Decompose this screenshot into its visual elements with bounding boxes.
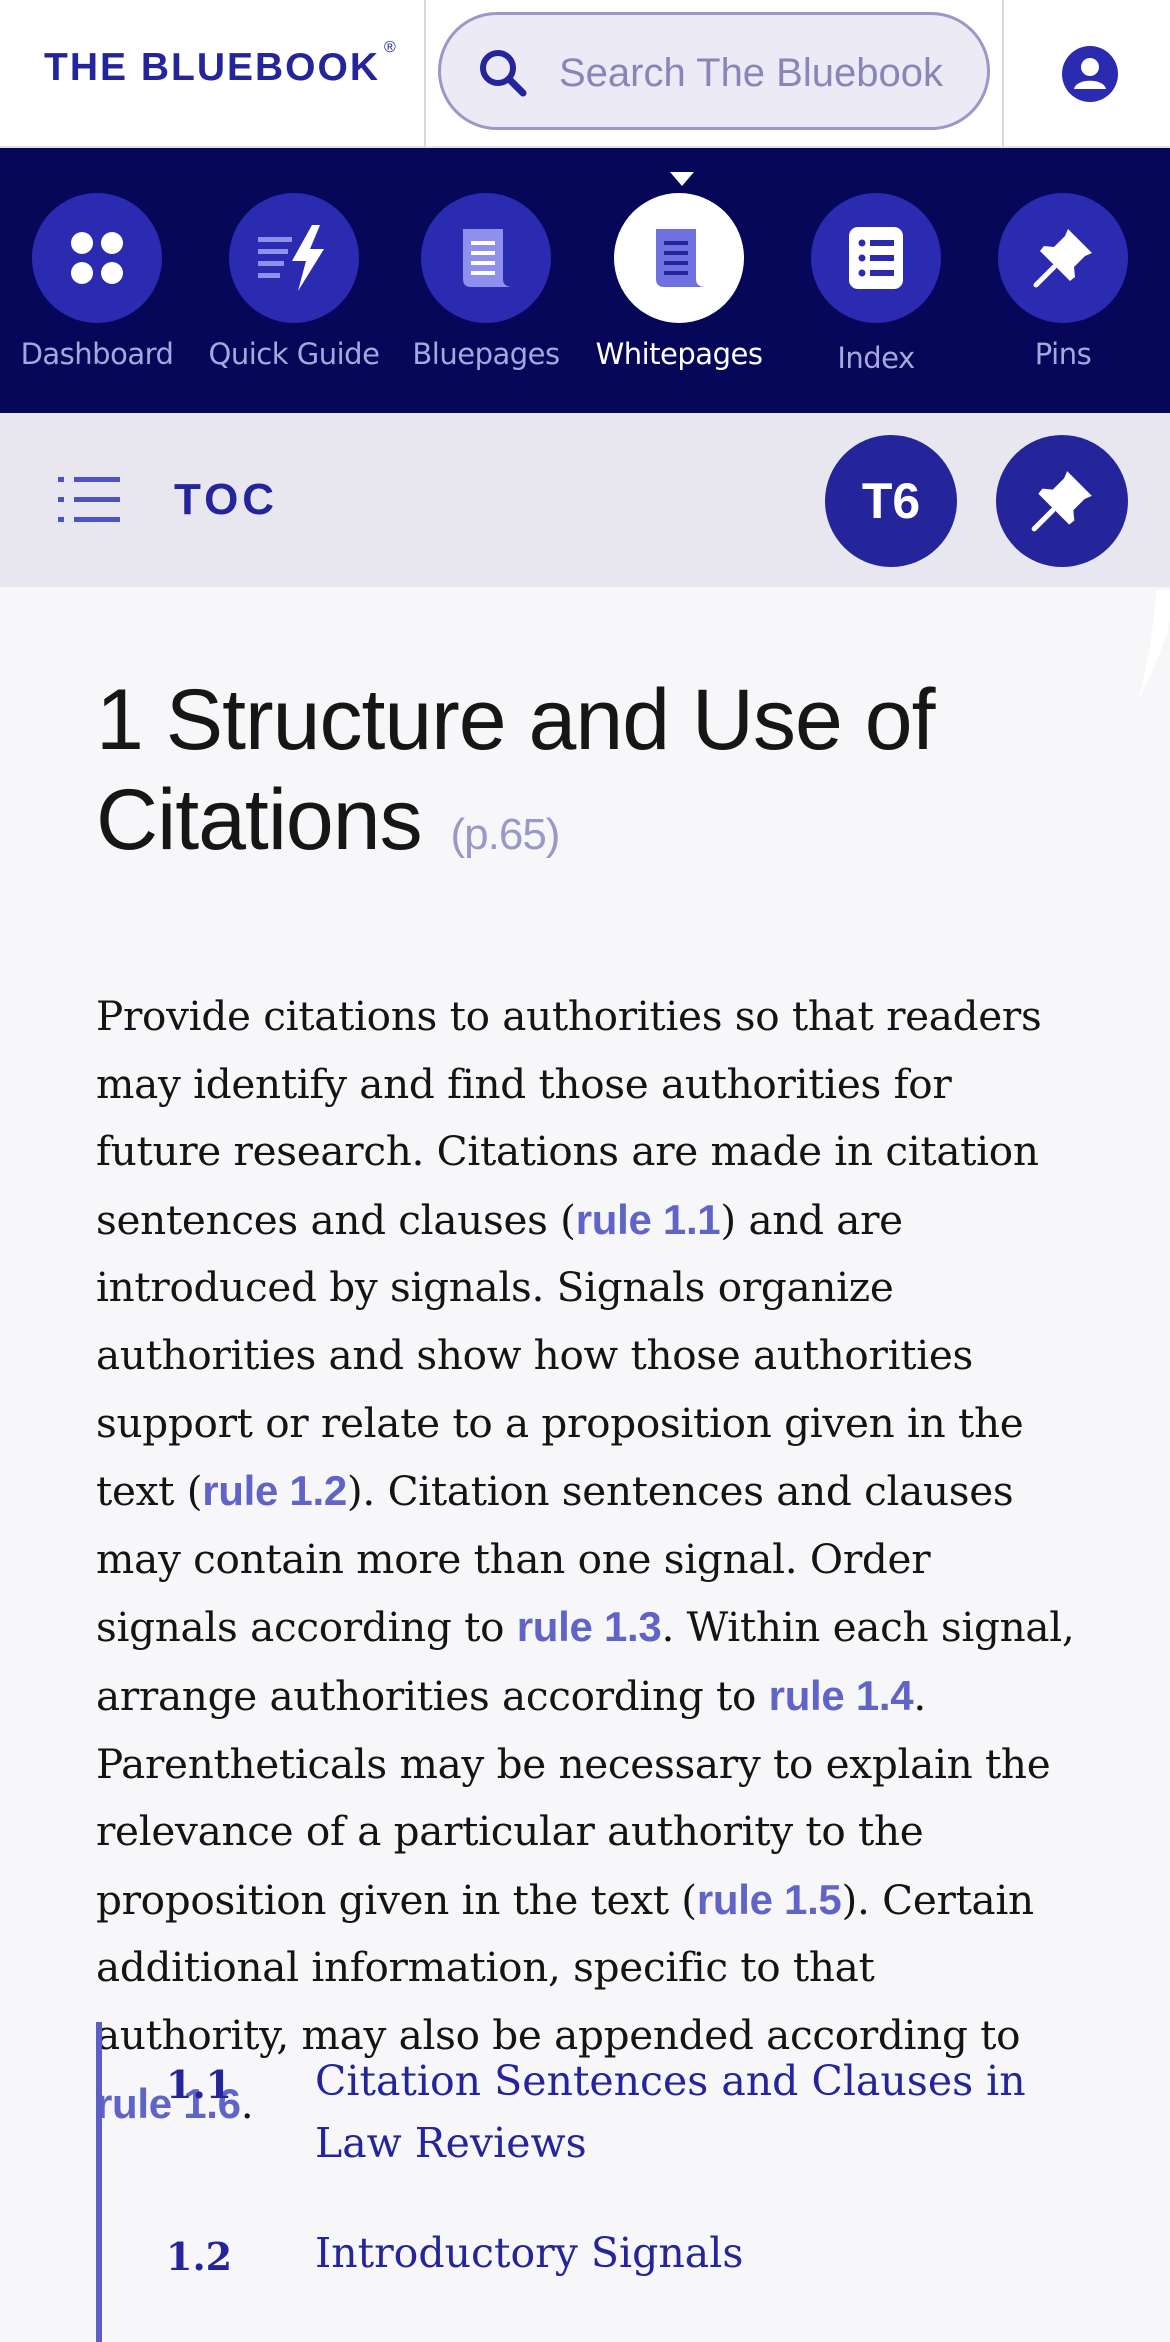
- active-tab-indicator: [670, 172, 694, 186]
- pin-icon: [1031, 471, 1092, 532]
- user-icon: [1074, 58, 1106, 89]
- nav-quick-guide[interactable]: Quick Guide: [194, 193, 394, 371]
- bluebook-logo[interactable]: THE BLUEBOOK ®: [44, 39, 398, 90]
- subrule-number: 1.2: [166, 2234, 233, 2279]
- pin-page-button[interactable]: [996, 435, 1128, 567]
- subrule-title[interactable]: Citation Sentences and Clauses in Law Re…: [315, 2050, 1055, 2174]
- header-divider: [424, 0, 426, 148]
- nav-quick-guide-circle: [229, 193, 359, 323]
- search-bar[interactable]: Search The Bluebook: [438, 12, 990, 130]
- header-divider: [1002, 0, 1004, 148]
- registered-mark: ®: [384, 39, 398, 56]
- nav-label: Bluepages: [412, 337, 560, 371]
- subrule-list: 1.1 Citation Sentences and Clauses in La…: [96, 2022, 1096, 2342]
- list-icon[interactable]: [58, 475, 120, 525]
- nav-index[interactable]: Index: [776, 193, 976, 375]
- quick-guide-icon: [258, 225, 324, 291]
- subrule-title[interactable]: Introductory Signals: [315, 2222, 1055, 2284]
- user-button[interactable]: [1062, 46, 1118, 102]
- app-header: THE BLUEBOOK ® Search The Bluebook: [0, 0, 1170, 148]
- article: 1 Structure and Use of Citations (p.65) …: [96, 670, 1076, 2138]
- main-nav: Dashboard Quick Guide Bluepages Whitepag…: [0, 148, 1170, 413]
- rule-link-1-4[interactable]: rule 1.4: [769, 1672, 914, 1719]
- nav-whitepages-circle: [614, 193, 744, 323]
- toc-button[interactable]: TOC: [174, 475, 278, 525]
- nav-dashboard-circle: [32, 193, 162, 323]
- page-reference: (p.65): [450, 810, 561, 859]
- subrule-number: 1.1: [166, 2062, 233, 2107]
- nav-label: Quick Guide: [208, 337, 380, 371]
- nav-pins-circle: [998, 193, 1128, 323]
- search-icon: [480, 50, 527, 97]
- nav-bluepages[interactable]: Bluepages: [386, 193, 586, 371]
- rule-link-1-5[interactable]: rule 1.5: [697, 1876, 842, 1923]
- rule-link-1-2[interactable]: rule 1.2: [202, 1467, 347, 1514]
- logo-text: THE BLUEBOOK: [44, 46, 380, 89]
- nav-dashboard[interactable]: Dashboard: [0, 193, 197, 371]
- article-body: Provide citations to authorities so that…: [96, 983, 1076, 2138]
- nav-label: Index: [837, 341, 915, 375]
- rule-link-1-1[interactable]: rule 1.1: [576, 1196, 721, 1243]
- rule-link-1-3[interactable]: rule 1.3: [517, 1603, 662, 1650]
- page-curl-decoration: [1138, 590, 1170, 700]
- index-icon: [849, 227, 903, 289]
- table-t6-button[interactable]: T6: [825, 435, 957, 567]
- nav-bluepages-circle: [421, 193, 551, 323]
- nav-pins[interactable]: Pins: [963, 193, 1163, 371]
- page-title: 1 Structure and Use of Citations (p.65): [96, 670, 1076, 885]
- nav-index-circle: [811, 193, 941, 323]
- bluepages-icon: [463, 229, 513, 287]
- dashboard-icon: [71, 232, 123, 284]
- search-placeholder: Search The Bluebook: [559, 51, 943, 95]
- nav-label: Whitepages: [595, 337, 763, 371]
- nav-whitepages[interactable]: Whitepages: [579, 193, 779, 371]
- nav-label: Dashboard: [20, 337, 174, 371]
- toc-bar: TOC T6: [0, 413, 1170, 587]
- nav-label: Pins: [1034, 337, 1092, 371]
- pin-icon: [1033, 229, 1092, 288]
- whitepages-icon: [656, 229, 706, 287]
